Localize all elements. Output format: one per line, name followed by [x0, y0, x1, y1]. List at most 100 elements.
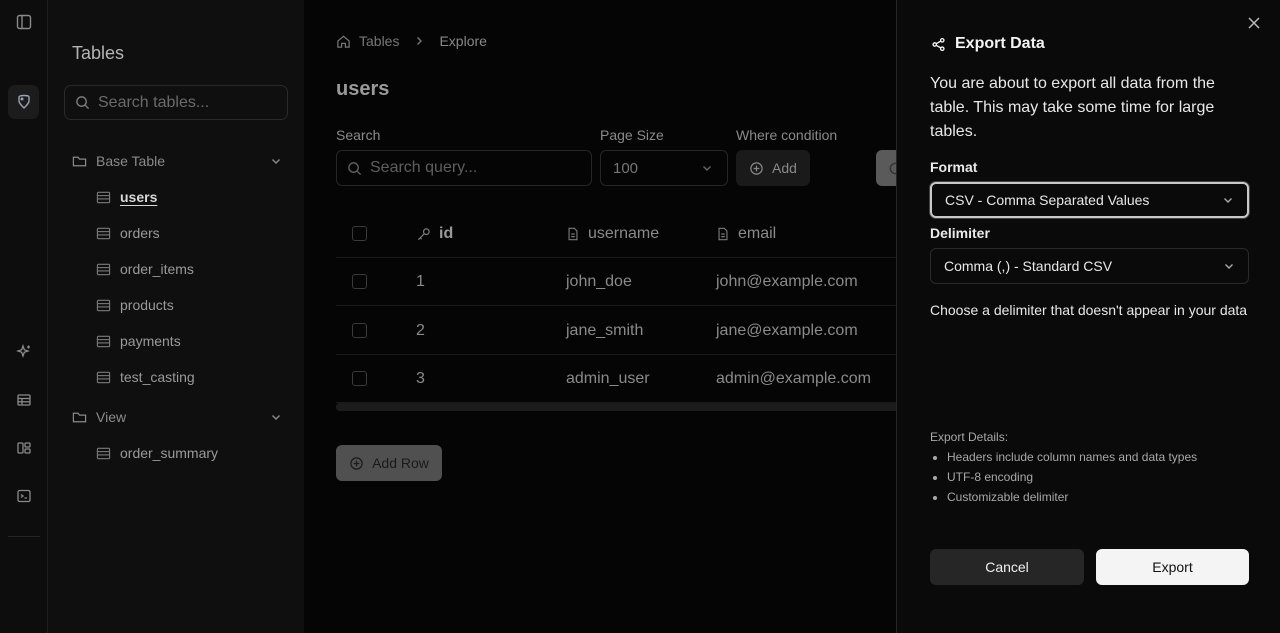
main-content: Tables Explore users Search Page Size 10… — [304, 0, 896, 633]
sidebar-item-label: order_items — [120, 261, 194, 277]
cell-email: john@example.com — [716, 273, 858, 290]
row-checkbox[interactable] — [352, 323, 367, 338]
column-label: username — [588, 225, 660, 242]
add-condition-button[interactable]: Add — [736, 150, 810, 186]
breadcrumb: Tables Explore — [336, 33, 487, 49]
terminal-icon[interactable] — [0, 488, 48, 504]
sidebar-item-label: test_casting — [120, 369, 195, 385]
page-title: users — [336, 78, 390, 100]
breadcrumb-tables[interactable]: Tables — [359, 33, 399, 49]
table-icon[interactable] — [0, 392, 48, 408]
select-all-checkbox[interactable] — [352, 226, 367, 241]
delimiter-hint: Choose a delimiter that doesn't appear i… — [930, 302, 1248, 318]
export-button[interactable]: Export — [1096, 549, 1249, 585]
cell-username: jane_smith — [566, 322, 644, 339]
group-view[interactable]: View — [72, 409, 282, 425]
rail-divider — [8, 536, 40, 537]
page-size-label: Page Size — [600, 127, 664, 143]
chevron-down-icon — [272, 415, 280, 420]
sidebar-item-label: orders — [120, 225, 160, 241]
column-label: id — [439, 225, 454, 242]
column-header-id[interactable]: id — [416, 210, 453, 258]
file-text-icon — [718, 227, 728, 241]
search-icon — [348, 161, 362, 175]
chevron-right-icon — [417, 37, 423, 45]
search-query[interactable] — [336, 150, 592, 186]
sidebar-item-products[interactable]: products — [96, 297, 174, 313]
sidebar-toggle-icon[interactable] — [0, 14, 48, 30]
table-icon — [96, 371, 111, 383]
sidebar-item-label: users — [120, 189, 158, 205]
sidebar-item-payments[interactable]: payments — [96, 333, 181, 349]
table-row[interactable]: 3 admin_user admin@example.com — [336, 355, 896, 403]
add-row-button[interactable]: Add Row — [336, 445, 442, 481]
search-query-input[interactable] — [370, 159, 570, 177]
list-item: Headers include column names and data ty… — [947, 447, 1197, 467]
delimiter-value: Comma (,) - Standard CSV — [944, 258, 1113, 274]
table-row[interactable]: 1 john_doe john@example.com — [336, 258, 896, 306]
cell-id: 3 — [416, 370, 425, 387]
sidebar-item-label: products — [120, 297, 174, 313]
row-checkbox[interactable] — [352, 274, 367, 289]
cancel-button[interactable]: Cancel — [930, 549, 1084, 585]
sidebar-item-order-items[interactable]: order_items — [96, 261, 194, 277]
export-data-panel: Export Data You are about to export all … — [896, 0, 1280, 633]
add-condition-label: Add — [772, 160, 797, 176]
sidebar-item-label: order_summary — [120, 445, 219, 461]
search-tables[interactable] — [64, 85, 288, 120]
plus-circle-icon — [750, 161, 763, 175]
sidebar-item-users[interactable]: users — [96, 189, 157, 205]
search-icon — [76, 96, 90, 110]
row-checkbox[interactable] — [352, 371, 367, 386]
cell-email: jane@example.com — [716, 322, 858, 339]
sparkles-icon[interactable] — [0, 344, 48, 360]
group-label: Base Table — [96, 153, 166, 169]
where-condition-label: Where condition — [736, 127, 838, 143]
dialog-title: Export Data — [931, 35, 1045, 53]
page-size-select[interactable]: 100 — [600, 150, 728, 186]
cell-username: john_doe — [566, 273, 632, 290]
folder-icon — [72, 412, 87, 422]
table-header: id username email — [336, 210, 896, 258]
add-row-label: Add Row — [372, 455, 429, 471]
file-text-icon — [568, 227, 578, 241]
cell-email: admin@example.com — [716, 370, 871, 387]
column-header-email[interactable]: email — [716, 210, 776, 258]
delimiter-label: Delimiter — [930, 225, 990, 241]
group-base-table[interactable]: Base Table — [72, 153, 282, 169]
group-label: View — [96, 409, 127, 425]
tables-sidebar: Tables Base Table users orders order_ite… — [48, 0, 304, 633]
sidebar-item-orders[interactable]: orders — [96, 225, 160, 241]
cell-username: admin_user — [566, 370, 650, 387]
sidebar-title: Tables — [72, 43, 125, 63]
key-icon — [417, 227, 430, 240]
cell-id: 2 — [416, 322, 425, 339]
table-icon — [96, 447, 111, 459]
list-item: Customizable delimiter — [947, 487, 1197, 507]
plus-circle-icon — [350, 456, 363, 470]
sidebar-item-label: payments — [120, 333, 181, 349]
format-value: CSV - Comma Separated Values — [945, 192, 1150, 208]
search-label: Search — [336, 127, 381, 143]
table-icon — [96, 227, 111, 239]
sidebar-item-order-summary[interactable]: order_summary — [96, 445, 218, 461]
delimiter-select[interactable]: Comma (,) - Standard CSV — [930, 248, 1249, 284]
horizontal-scrollbar[interactable] — [336, 403, 896, 411]
share-icon — [932, 37, 945, 51]
table-row[interactable]: 2 jane_smith jane@example.com — [336, 307, 896, 355]
search-tables-input[interactable] — [98, 93, 278, 112]
close-icon[interactable] — [1247, 16, 1261, 30]
column-header-username[interactable]: username — [566, 210, 659, 258]
refresh-icon — [889, 162, 896, 174]
format-select[interactable]: CSV - Comma Separated Values — [930, 182, 1249, 218]
list-item: UTF-8 encoding — [947, 467, 1197, 487]
dialog-description: You are about to export all data from th… — [930, 75, 1215, 140]
dialog-title-text: Export Data — [955, 35, 1045, 52]
layout-icon[interactable] — [0, 440, 48, 456]
chevron-down-icon — [1224, 198, 1232, 203]
table-icon — [96, 335, 111, 347]
sidebar-item-test-casting[interactable]: test_casting — [96, 369, 195, 385]
database-icon[interactable] — [8, 85, 39, 119]
refresh-button[interactable] — [876, 150, 896, 186]
format-label: Format — [930, 159, 978, 175]
